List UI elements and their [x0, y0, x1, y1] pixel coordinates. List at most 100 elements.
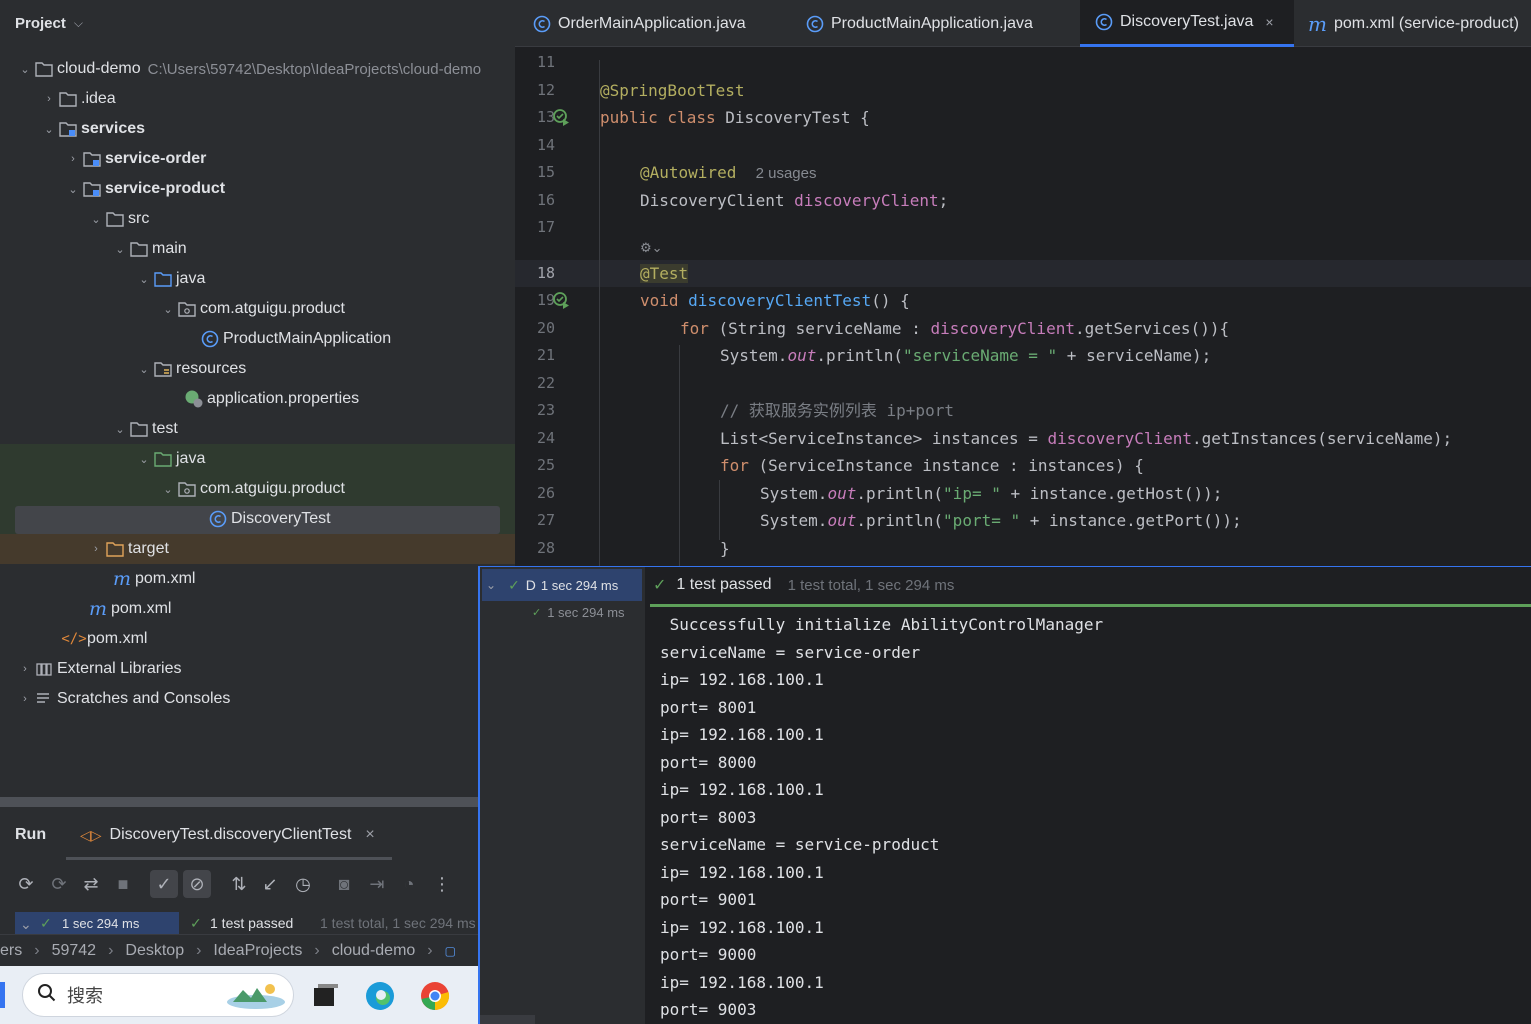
chevron-down-icon[interactable]: ⌄ [111, 243, 129, 256]
code-editor[interactable]: OrderMainApplication.java ProductMainApp… [515, 0, 1531, 566]
code-line-19[interactable]: void discoveryClientTest() { [640, 287, 910, 314]
tree-item-service-product[interactable]: ⌄ service-product [0, 174, 515, 204]
code-line-18[interactable]: @Test [640, 260, 689, 287]
code-line-24[interactable]: List<ServiceInstance> instances = discov… [720, 425, 1452, 452]
line-number: 26 [536, 484, 555, 502]
chevron-down-icon[interactable]: ⌄ [64, 183, 82, 196]
run-tab-discovery-test[interactable]: ◁▷ DiscoveryTest.discoveryClientTest × [80, 826, 375, 844]
code-line-15[interactable]: @Autowired 2 usages [640, 159, 816, 186]
breadcrumb-item[interactable]: 59742 [52, 942, 97, 960]
chevron-right-icon[interactable]: › [64, 153, 82, 165]
chevron-right-icon[interactable]: › [40, 93, 58, 105]
tree-item-pom-services[interactable]: m pom.xml [0, 594, 515, 624]
chevron-down-icon[interactable]: ⌄ [486, 578, 496, 592]
tree-item-java-main[interactable]: ⌄ java [0, 264, 515, 294]
taskbar-search[interactable]: 搜索 [22, 973, 294, 1017]
edge-icon[interactable] [364, 980, 396, 1016]
chrome-icon[interactable] [419, 980, 451, 1016]
run-test-method-icon[interactable] [552, 291, 570, 313]
tree-item-test[interactable]: ⌄ test [0, 414, 515, 444]
chevron-right-icon[interactable]: › [16, 693, 34, 705]
project-title[interactable]: Project [15, 15, 66, 32]
tab-product-main-application[interactable]: ProductMainApplication.java [806, 0, 1033, 47]
chevron-down-icon[interactable]: ⌄ [40, 123, 58, 136]
code-line-27[interactable]: System.out.println("port= " + instance.g… [760, 507, 1242, 534]
project-header[interactable]: Project ⌵ [0, 0, 515, 46]
tree-item-resources[interactable]: ⌄ resources [0, 354, 515, 384]
chevron-down-icon[interactable]: ⌵ [74, 16, 83, 31]
keyword: void [640, 291, 689, 310]
code-text: ; [938, 191, 949, 210]
tab-pom-service-product[interactable]: m pom.xml (service-product) [1308, 0, 1519, 47]
horizontal-scrollbar[interactable] [480, 1015, 535, 1024]
tree-item-src[interactable]: ⌄ src [0, 204, 515, 234]
chevron-down-icon[interactable]: ⌄ [16, 63, 34, 76]
stop-button[interactable]: ■ [109, 870, 137, 898]
chevron-down-icon[interactable]: ⌄ [20, 916, 32, 933]
run-test-class-icon[interactable] [552, 108, 570, 130]
close-icon[interactable]: × [1265, 14, 1273, 30]
tree-item-cloud-demo[interactable]: ⌄ cloud-demo C:\Users\59742\Desktop\Idea… [0, 54, 515, 84]
code-line-16[interactable]: DiscoveryClient discoveryClient; [640, 187, 948, 214]
camera-icon[interactable]: ◙ [330, 870, 358, 898]
usages-hint[interactable]: 2 usages [756, 165, 817, 182]
chevron-right-icon[interactable]: › [16, 663, 34, 675]
chevron-down-icon[interactable]: ⌄ [87, 213, 105, 226]
tree-item-label: cloud-demo [57, 60, 141, 77]
chevron-down-icon[interactable]: ⌄ [159, 303, 177, 316]
run-title[interactable]: Run [15, 826, 46, 844]
code-line-20[interactable]: for (String serviceName : discoveryClien… [680, 315, 1229, 342]
chevron-down-icon[interactable]: ⌄ [159, 483, 177, 496]
tree-item-java-test[interactable]: ⌄ java [0, 444, 515, 474]
chevron-right-icon[interactable]: › [87, 543, 105, 555]
tree-item-package-main[interactable]: ⌄ com.atguigu.product [0, 294, 515, 324]
close-icon[interactable]: × [365, 826, 374, 844]
chevron-down-icon[interactable]: ⌄ [135, 273, 153, 286]
collapse-all-button[interactable]: ↙ [256, 870, 284, 898]
code-line-13[interactable]: public class DiscoveryTest { [600, 104, 870, 131]
breadcrumb-item[interactable]: IdeaProjects [213, 942, 302, 960]
gauge-icon[interactable]: ◔ [395, 870, 423, 898]
import-tests-icon[interactable]: ⇥ [363, 870, 391, 898]
test-tree-child[interactable]: ✓ 1 sec 294 ms [532, 605, 625, 620]
more-options-icon[interactable]: ⋮ [428, 870, 456, 898]
tree-item-target[interactable]: › target [0, 534, 515, 564]
code-line-26[interactable]: System.out.println("ip= " + instance.get… [760, 480, 1222, 507]
code-line-23[interactable]: // 获取服务实例列表 ip+port [720, 397, 954, 424]
ai-assistant-icon[interactable]: ⚙⌄ [640, 240, 663, 256]
tree-item-services[interactable]: ⌄ services [0, 114, 515, 144]
tree-item-service-order[interactable]: › service-order [0, 144, 515, 174]
breadcrumb-item[interactable]: ers [0, 942, 22, 960]
breadcrumb-item[interactable]: cloud-demo [332, 942, 416, 960]
sort-button[interactable]: ⇅ [225, 870, 253, 898]
task-view-icon[interactable] [310, 982, 340, 1014]
tree-item-scratches-and-consoles[interactable]: › Scratches and Consoles [0, 684, 515, 714]
tree-item-application-properties[interactable]: application.properties [0, 384, 515, 414]
tree-item-pom-root[interactable]: </> pom.xml [0, 624, 515, 654]
tree-item-product-main-application[interactable]: ProductMainApplication [0, 324, 515, 354]
tree-item-pom-service-product[interactable]: m pom.xml [0, 564, 515, 594]
horizontal-scrollbar[interactable] [0, 797, 478, 807]
breadcrumb-item[interactable]: Desktop [125, 942, 184, 960]
chevron-down-icon[interactable]: ⌄ [135, 363, 153, 376]
toggle-auto-test-button[interactable]: ⇄ [77, 870, 105, 898]
tree-item-discovery-test[interactable]: DiscoveryTest [0, 504, 515, 534]
tree-item-idea[interactable]: › .idea [0, 84, 515, 114]
tab-discovery-test[interactable]: DiscoveryTest.java × [1080, 0, 1294, 47]
rerun-failed-button[interactable]: ⟳ [45, 870, 73, 898]
rerun-button[interactable]: ⟳ [12, 870, 40, 898]
test-history-icon[interactable]: ◷ [289, 870, 317, 898]
chevron-down-icon[interactable]: ⌄ [111, 423, 129, 436]
show-passed-button[interactable]: ✓ [150, 870, 178, 898]
code-line-25[interactable]: for (ServiceInstance instance : instance… [720, 452, 1144, 479]
show-ignored-button[interactable]: ⊘ [183, 870, 211, 898]
test-tree-root[interactable]: ⌄ ✓ D 1 sec 294 ms [482, 569, 642, 601]
code-line-12[interactable]: @SpringBootTest [600, 77, 745, 104]
tab-order-main-application[interactable]: OrderMainApplication.java [533, 0, 746, 47]
tree-item-package-test[interactable]: ⌄ com.atguigu.product [0, 474, 515, 504]
code-line-21[interactable]: System.out.println("serviceName = " + se… [720, 342, 1211, 369]
tree-item-external-libraries[interactable]: › External Libraries [0, 654, 515, 684]
chevron-down-icon[interactable]: ⌄ [135, 453, 153, 466]
tree-item-main[interactable]: ⌄ main [0, 234, 515, 264]
code-line-28[interactable]: } [720, 535, 730, 562]
